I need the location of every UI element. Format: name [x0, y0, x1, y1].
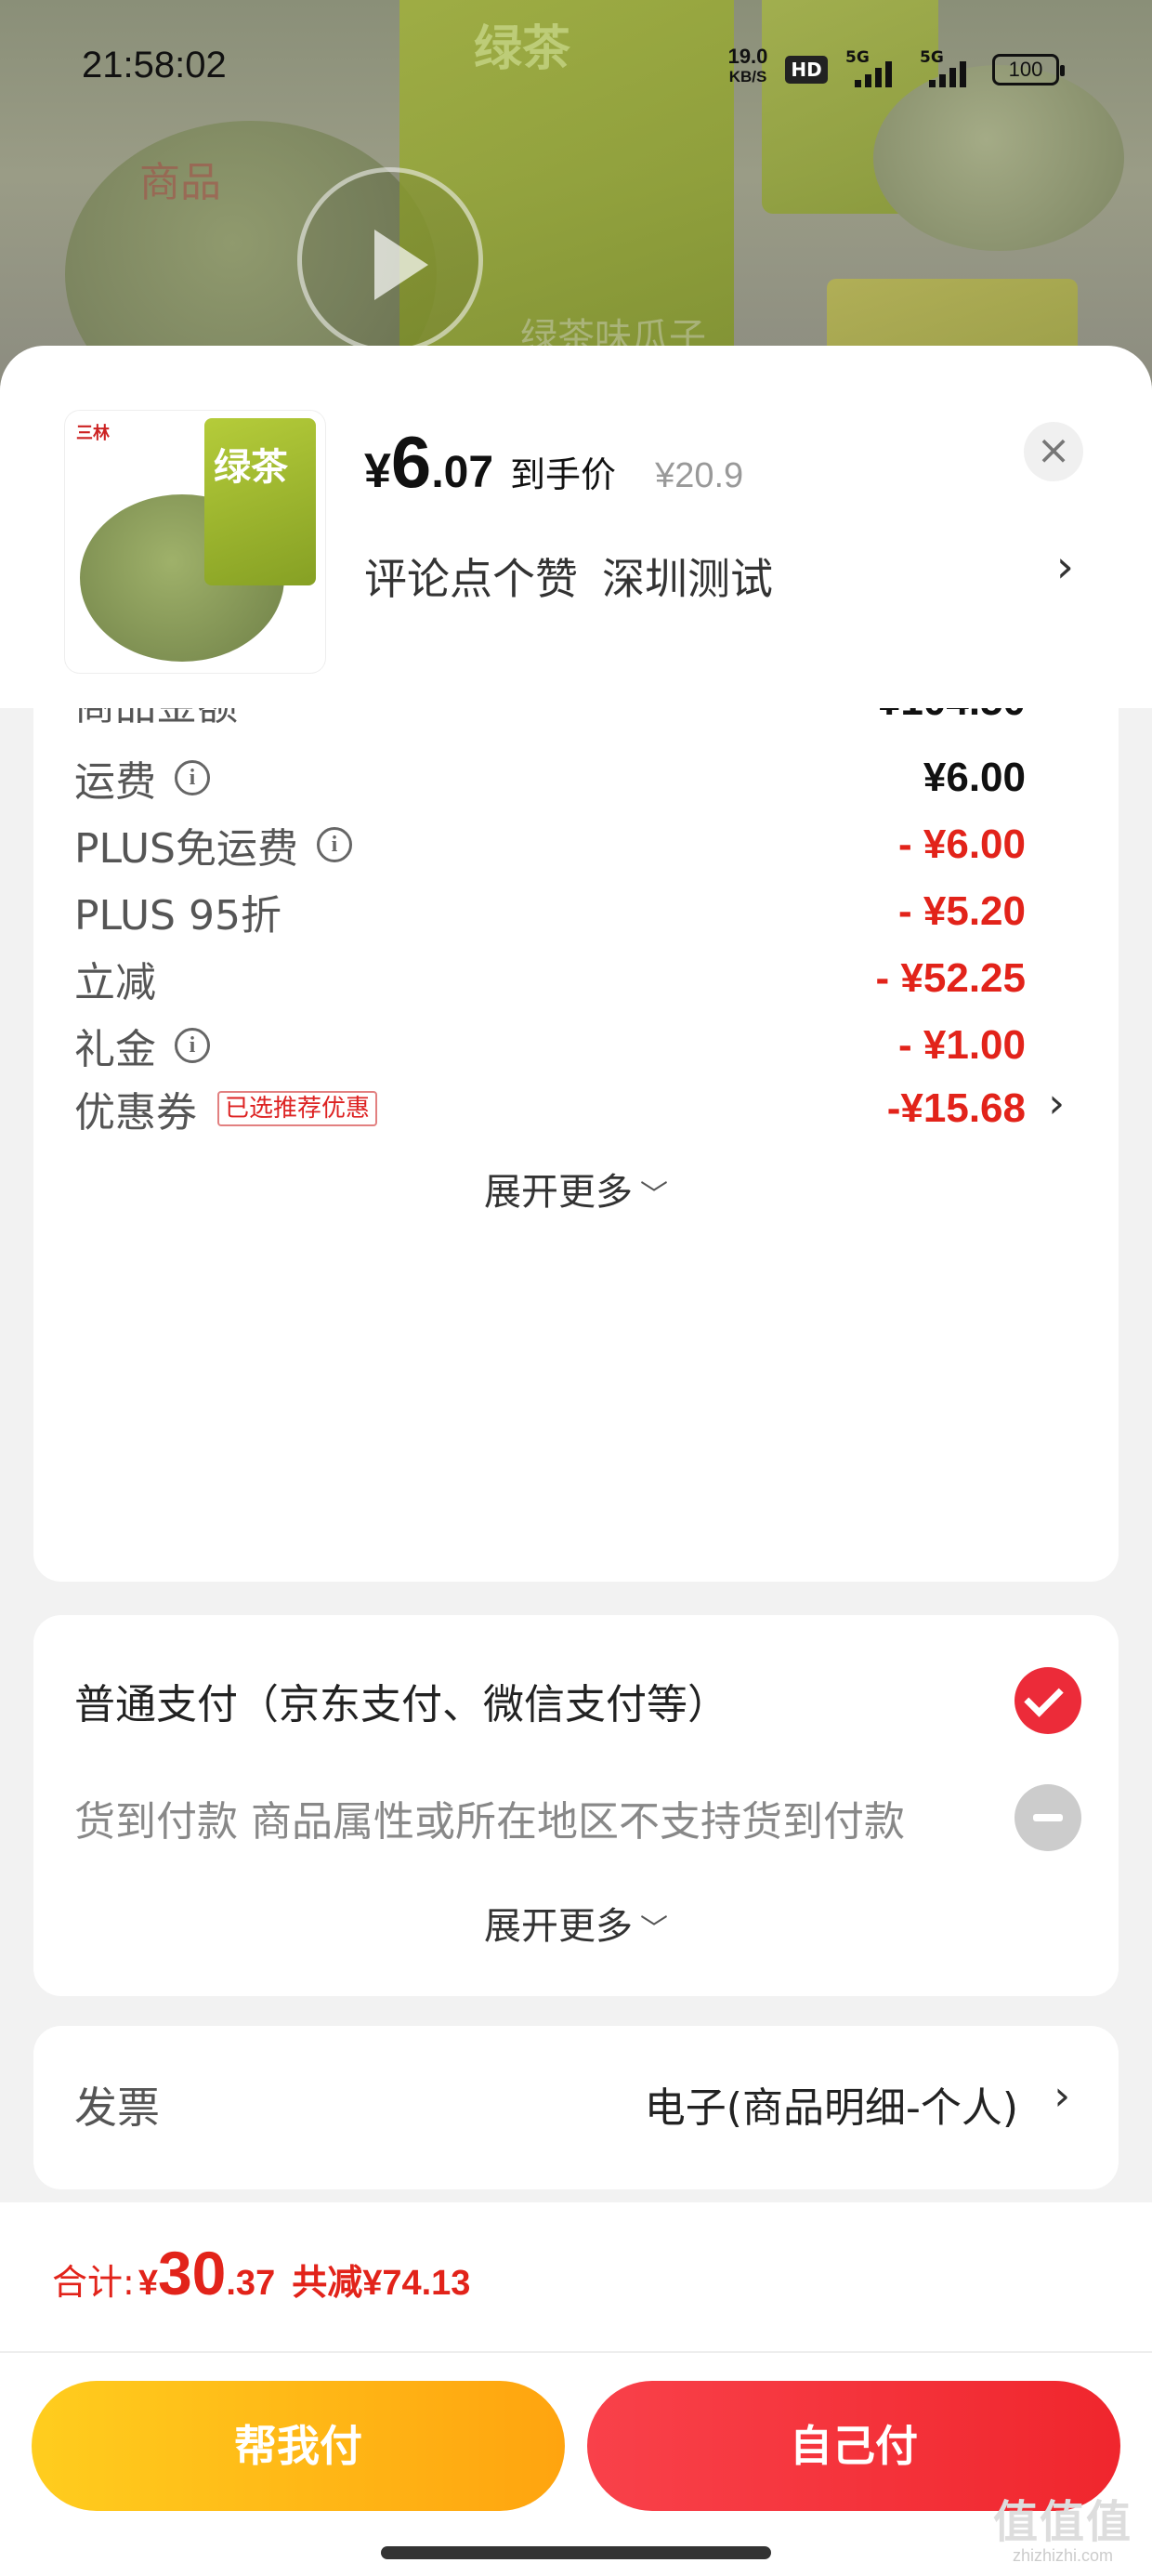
thumbnail-package: 绿茶	[204, 418, 316, 585]
total-label: 合计:	[52, 2262, 135, 2303]
breakdown-label: 优惠券	[74, 1089, 197, 1137]
chevron-right-icon[interactable]: ›	[1056, 541, 1074, 593]
breakdown-row-plus-discount: PLUS 95折 - ¥5.20	[74, 879, 1026, 944]
checkout-bottom-bar: 合计: ¥ 30 .37 共减¥74.13 帮我付 自己付	[0, 2202, 1152, 2576]
price-decimal: .07	[431, 448, 494, 497]
signal-icon: 5G	[920, 48, 975, 87]
signal-bars	[929, 59, 966, 87]
checkout-sheet: 绿茶 三林 ¥ 6 .07 到手价 ¥20.9 × 评论点个赞 深圳测试 › 商品…	[0, 346, 1152, 2576]
breakdown-label: 立减	[74, 959, 156, 1006]
brand-logo: 三林	[76, 424, 110, 443]
final-price: ¥ 6 .07 到手价 ¥20.9	[364, 420, 743, 504]
total-saved: 共减¥74.13	[292, 2264, 471, 2303]
price-currency: ¥	[364, 444, 391, 498]
product-thumbnail[interactable]: 绿茶 三林	[65, 411, 325, 673]
background-tab-text: 商品	[139, 159, 221, 206]
status-time: 21:58:02	[82, 45, 227, 85]
payment-method-card: 普通支付（京东支付、微信支付等） 货到付款 商品属性或所在地区不支持货到付款 展…	[33, 1615, 1119, 1996]
thumbnail-package-text: 绿茶	[214, 445, 288, 489]
total-integer: 30	[157, 2239, 227, 2307]
chevron-down-icon: ﹀	[640, 1913, 668, 1946]
help-me-pay-button[interactable]: 帮我付	[32, 2381, 565, 2511]
pay-myself-button[interactable]: 自己付	[587, 2381, 1120, 2511]
disabled-icon	[1015, 1784, 1081, 1851]
order-total: 合计: ¥ 30 .37 共减¥74.13	[52, 2238, 470, 2321]
spec-item: 评论点个赞	[364, 554, 578, 604]
watermark-logo: 值值值 zhizhizhi.com	[988, 2500, 1137, 2566]
payment-option-normal[interactable]: 普通支付（京东支付、微信支付等）	[74, 1663, 1081, 1738]
recommended-badge: 已选推荐优惠	[217, 1091, 378, 1126]
expand-more-button[interactable]: 展开更多 ﹀	[33, 1896, 1119, 1950]
breakdown-label: PLUS 95折	[74, 892, 281, 940]
payment-option-label: 普通支付（京东支付、微信支付等）	[74, 1681, 728, 1728]
invoice-value: 电子(商品明细-个人)	[644, 2084, 1018, 2132]
breakdown-row-shipping: 运费 i ¥6.00	[74, 745, 1026, 810]
checked-icon[interactable]	[1015, 1667, 1081, 1734]
total-currency: ¥	[137, 2264, 158, 2303]
breakdown-row-plus-free-shipping: PLUS免运费 i - ¥6.00	[74, 812, 1026, 877]
price-breakdown-card: 商品金额 ¥104.50 运费 i ¥6.00 PLUS免运费 i - ¥6.00 …	[33, 699, 1119, 1582]
expand-more-button[interactable]: 展开更多 ﹀	[33, 1162, 1119, 1216]
price-tag-label: 到手价	[510, 454, 617, 495]
hd-icon: HD	[785, 56, 828, 84]
breakdown-row-instant-discount: 立减 - ¥52.25	[74, 946, 1026, 1011]
expand-more-label: 展开更多	[484, 1171, 633, 1214]
video-play-icon	[297, 167, 483, 353]
breakdown-value: - ¥5.20	[898, 888, 1026, 934]
divider	[0, 2351, 1152, 2353]
chevron-down-icon: ﹀	[640, 1179, 668, 1212]
network-speed-value: 19.0	[727, 45, 768, 68]
chevron-right-icon[interactable]: ›	[1048, 1080, 1065, 1127]
sheet-header: 绿茶 三林 ¥ 6 .07 到手价 ¥20.9 × 评论点个赞 深圳测试 ›	[0, 346, 1152, 708]
signal-icon: 5G	[845, 48, 901, 87]
breakdown-value: - ¥52.25	[875, 955, 1026, 1001]
spec-item: 深圳测试	[602, 554, 773, 604]
battery-icon: 100	[992, 54, 1065, 85]
breakdown-value: -¥15.68	[886, 1085, 1026, 1131]
invoice-label: 发票	[74, 2083, 160, 2133]
network-speed: 19.0 KB/S	[715, 46, 780, 87]
breakdown-label: 运费	[74, 758, 156, 806]
close-icon[interactable]: ×	[1024, 422, 1083, 481]
breakdown-label: 礼金	[74, 1026, 156, 1073]
breakdown-value: ¥6.00	[923, 755, 1026, 800]
original-price: ¥20.9	[655, 456, 744, 495]
network-speed-unit: KB/S	[728, 68, 767, 85]
home-indicator[interactable]	[381, 2546, 771, 2559]
info-icon[interactable]: i	[175, 1028, 210, 1063]
info-icon[interactable]: i	[175, 760, 210, 795]
breakdown-row-coupon[interactable]: 优惠券 已选推荐优惠 -¥15.68	[74, 1076, 1026, 1141]
invoice-card[interactable]: 发票 电子(商品明细-个人) ›	[33, 2026, 1119, 2189]
watermark-text: 值值值	[992, 2498, 1132, 2547]
total-decimal: .37	[226, 2264, 276, 2303]
price-integer: 6	[390, 421, 432, 503]
payment-option-cod: 货到付款 商品属性或所在地区不支持货到付款	[74, 1781, 1081, 1855]
selected-spec[interactable]: 评论点个赞 深圳测试	[364, 545, 773, 607]
breakdown-label: PLUS免运费	[74, 825, 298, 873]
signal-bars	[855, 59, 892, 87]
chevron-right-icon[interactable]: ›	[1054, 2072, 1070, 2120]
status-bar: 21:58:02 19.0 KB/S HD 5G 5G 100	[0, 0, 1152, 139]
info-icon[interactable]: i	[317, 827, 352, 862]
breakdown-row-gift-money: 礼金 i - ¥1.00	[74, 1013, 1026, 1078]
expand-more-label: 展开更多	[484, 1905, 633, 1948]
watermark-url: zhizhizhi.com	[1012, 2546, 1114, 2565]
breakdown-value: - ¥6.00	[898, 821, 1026, 867]
breakdown-value: - ¥1.00	[898, 1022, 1026, 1068]
payment-option-label: 货到付款 商品属性或所在地区不支持货到付款	[74, 1798, 905, 1846]
